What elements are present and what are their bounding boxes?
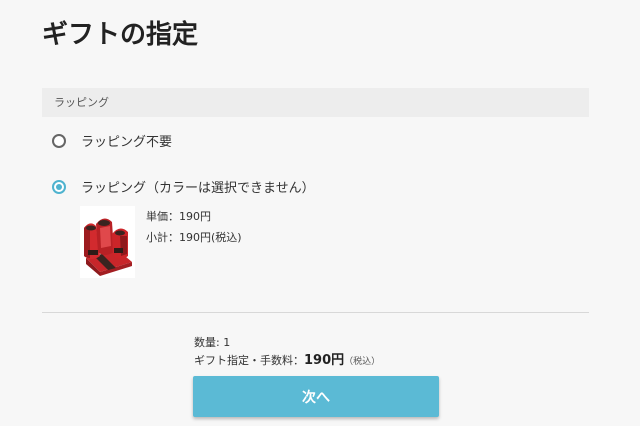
gift-bag-image xyxy=(80,206,135,278)
wrapping-section-header: ラッピング xyxy=(42,88,589,117)
gift-fee-line: ギフト指定・手数料：190円（税込） xyxy=(194,352,380,371)
quantity: 数量: 1 xyxy=(194,336,231,349)
option-wrapping-label: ラッピング（カラーは選択できません） xyxy=(81,181,315,196)
divider xyxy=(42,312,589,313)
option-no-wrapping-label: ラッピング不要 xyxy=(81,135,173,150)
gift-fee-label: ギフト指定・手数料： xyxy=(194,354,304,367)
gift-settings-page: ギフトの指定 ラッピング ラッピング不要 ラッピング（カラーは選択できません） xyxy=(0,0,640,426)
unit-price: 単価：190円 xyxy=(146,210,211,223)
next-button[interactable]: 次へ xyxy=(193,376,439,417)
wrapping-product: 単価：190円 小計：190円(税込) xyxy=(80,206,242,278)
order-summary: 数量: 1 ギフト指定・手数料：190円（税込） xyxy=(194,334,380,371)
gift-fee-amount: 190円 xyxy=(304,353,345,368)
option-wrapping[interactable]: ラッピング（カラーは選択できません） xyxy=(52,177,315,196)
product-details: 単価：190円 小計：190円(税込) xyxy=(146,206,242,278)
subtotal: 小計：190円(税込) xyxy=(146,231,242,244)
radio-wrapping[interactable] xyxy=(52,179,66,194)
page-title: ギフトの指定 xyxy=(42,20,199,50)
option-no-wrapping[interactable]: ラッピング不要 xyxy=(52,131,172,150)
gift-fee-tax: （税込） xyxy=(344,357,381,367)
radio-no-wrapping[interactable] xyxy=(52,133,66,148)
